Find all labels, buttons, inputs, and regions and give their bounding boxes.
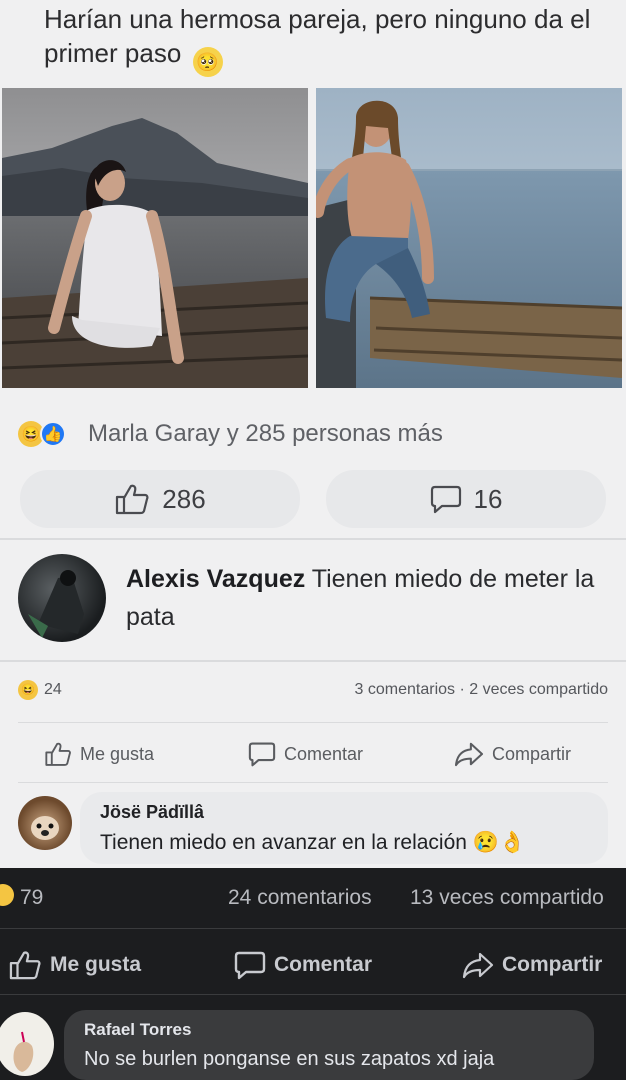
reaction-count[interactable]: 24 xyxy=(44,681,62,699)
share-action[interactable]: Compartir xyxy=(454,741,571,767)
comment-author[interactable]: Rafael Torres xyxy=(84,1020,574,1040)
like-label: Me gusta xyxy=(50,953,142,976)
comment-author[interactable]: Jösë Pädïllâ xyxy=(100,802,588,823)
share-arrow-icon xyxy=(454,741,484,767)
haha-reaction-icon: 😆 xyxy=(18,680,38,700)
share-label: Compartir xyxy=(502,953,603,976)
like-button[interactable]: 286 xyxy=(20,470,300,528)
reactions-row[interactable]: 😆 👍 Marla Garay y 285 personas más xyxy=(18,414,443,454)
pleading-emoji-icon: 🥺 xyxy=(192,47,223,77)
thumbs-up-icon xyxy=(44,741,72,767)
comment-bubble[interactable]: Rafael Torres No se burlen ponganse en s… xyxy=(64,1010,594,1080)
divider xyxy=(0,538,626,540)
avatar[interactable] xyxy=(0,1012,54,1076)
comment-button[interactable]: 16 xyxy=(326,470,606,528)
like-action[interactable]: Me gusta xyxy=(8,950,141,980)
avatar[interactable] xyxy=(18,554,106,642)
haha-reaction-icon xyxy=(0,884,14,906)
comments-shares-summary[interactable]: 3 comentarios · 2 veces compartido xyxy=(355,681,608,699)
divider xyxy=(0,660,626,662)
like-action[interactable]: Me gusta xyxy=(44,741,154,767)
post-text: Harían una hermosa pareja, pero ninguno … xyxy=(44,2,604,77)
comment-bubble-icon xyxy=(248,741,276,767)
shares-count[interactable]: 13 veces compartido xyxy=(410,886,604,910)
like-reaction-icon: 👍 xyxy=(40,421,66,447)
avatar[interactable] xyxy=(18,796,72,850)
divider xyxy=(18,782,608,783)
comment-bubble-icon xyxy=(234,950,266,980)
comment-author[interactable]: Alexis Vazquez xyxy=(126,565,305,593)
divider xyxy=(0,928,626,929)
reaction-count[interactable]: 79 xyxy=(20,886,43,910)
post-caption: Harían una hermosa pareja, pero ninguno … xyxy=(44,4,591,68)
like-count: 286 xyxy=(162,483,206,514)
outer-post-stats: 79 24 comentarios 13 veces compartido xyxy=(0,880,626,914)
photo-woman-on-dock[interactable] xyxy=(2,88,308,388)
comment-bubble[interactable]: Jösë Pädïllâ Tienen miedo en avanzar en … xyxy=(80,792,608,864)
comment-action[interactable]: Comentar xyxy=(248,741,363,767)
thumbs-up-icon xyxy=(8,950,42,980)
comment-label: Comentar xyxy=(284,743,364,764)
shared-post-actions: Me gusta Comentar Compartir xyxy=(0,736,626,772)
reactions-summary[interactable]: Marla Garay y 285 personas más xyxy=(88,420,443,448)
shared-post-stats: 😆 24 3 comentarios · 2 veces compartido xyxy=(18,676,608,706)
comment-action[interactable]: Comentar xyxy=(234,950,372,980)
comment-bubble-icon xyxy=(430,484,462,514)
share-label: Compartir xyxy=(492,743,572,764)
comment-body: Alexis Vazquez Tienen miedo de meter la … xyxy=(126,560,596,636)
divider xyxy=(18,722,608,723)
comment-label: Comentar xyxy=(274,953,373,976)
comment-text: Tienen miedo en avanzar en la relación 😢… xyxy=(100,831,526,854)
comment-count: 16 xyxy=(473,483,503,514)
thumbs-up-icon xyxy=(114,483,150,515)
share-arrow-icon xyxy=(462,951,494,979)
top-comment: Alexis Vazquez Tienen miedo de meter la … xyxy=(18,550,608,650)
reply-comment: Jösë Pädïllâ Tienen miedo en avanzar en … xyxy=(18,792,608,864)
outer-post-actions: Me gusta Comentar Compartir xyxy=(0,946,626,984)
outer-reply-comment: Rafael Torres No se burlen ponganse en s… xyxy=(0,1004,626,1080)
divider xyxy=(0,994,626,995)
like-label: Me gusta xyxy=(80,743,155,764)
share-action[interactable]: Compartir xyxy=(462,951,602,979)
screenshot-post: Harían una hermosa pareja, pero ninguno … xyxy=(0,0,626,868)
sad-ok-emoji-icon: 😢👌 xyxy=(472,831,526,854)
photo-man-on-beam[interactable] xyxy=(316,88,622,388)
comments-count[interactable]: 24 comentarios xyxy=(228,886,372,910)
comment-text: No se burlen ponganse en sus zapatos xd … xyxy=(84,1048,495,1070)
